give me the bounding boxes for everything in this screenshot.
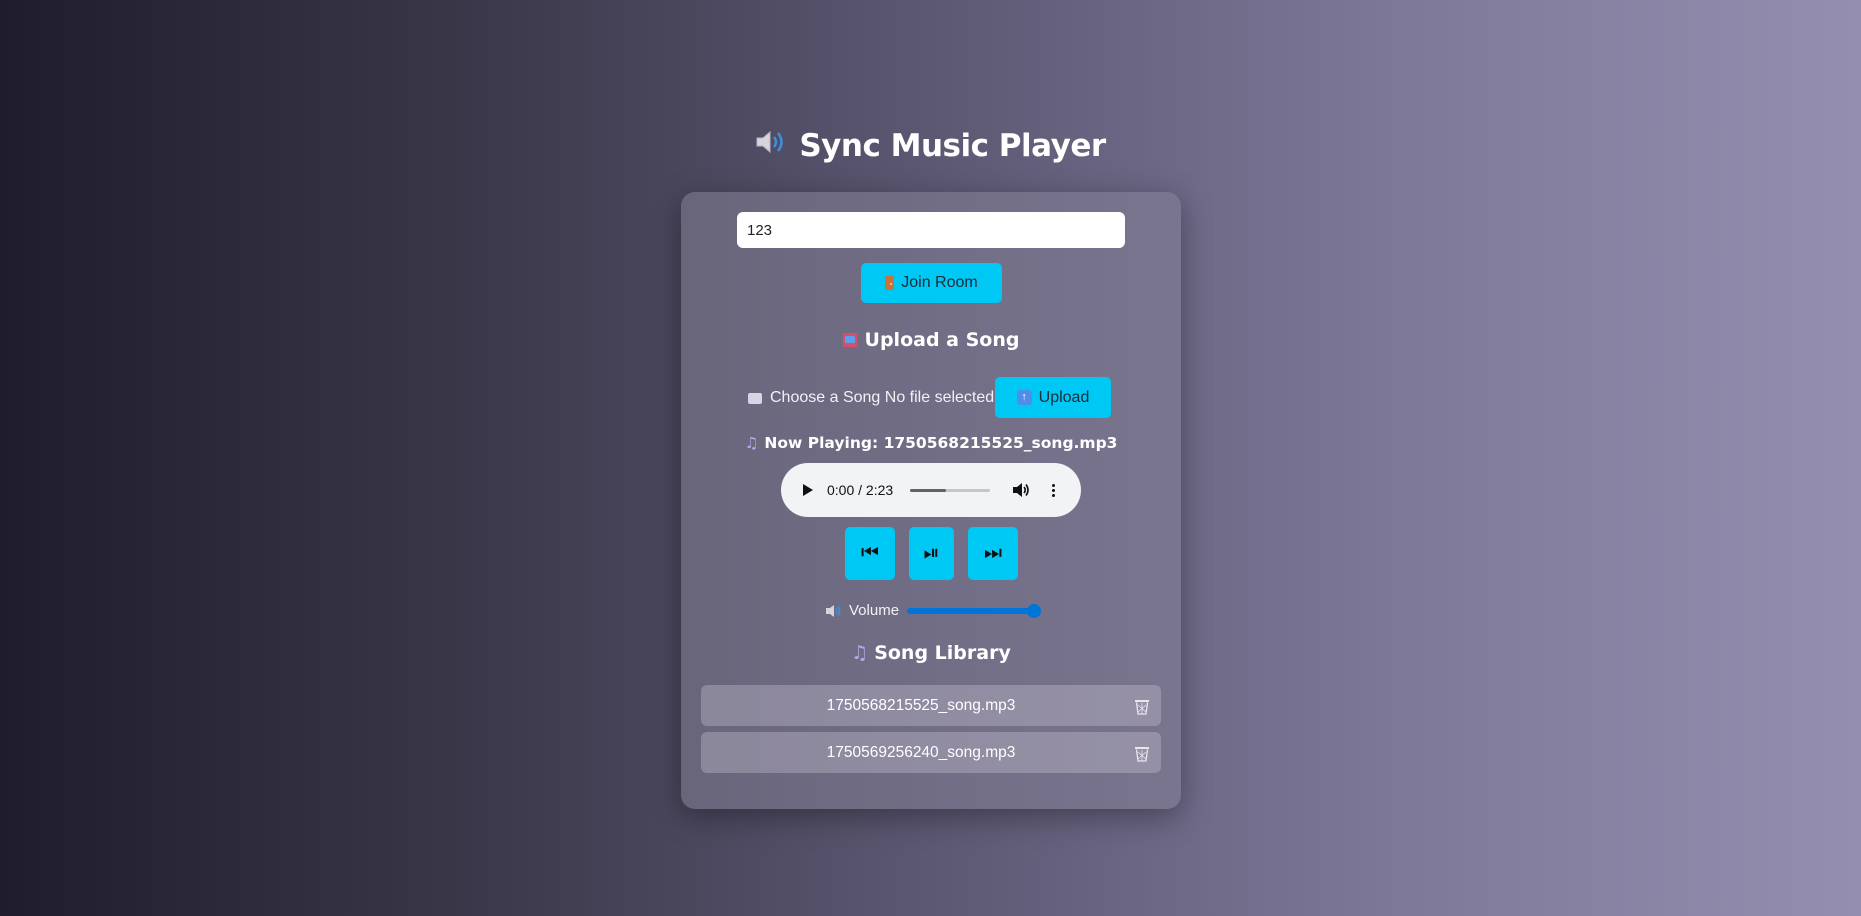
volume-label: Volume: [849, 602, 900, 619]
speaker-icon: [825, 604, 843, 618]
speaker-icon: [755, 127, 789, 163]
upload-heading-text: Upload a Song: [864, 329, 1020, 351]
next-icon: ⏭: [984, 542, 1002, 564]
join-room-label: Join Room: [901, 274, 978, 291]
next-button[interactable]: ⏭: [968, 527, 1018, 580]
song-list-item[interactable]: 1750568215525_song.mp3: [701, 685, 1161, 726]
volume-control: Volume: [825, 602, 1042, 619]
now-playing: ♫ Now Playing: 1750568215525_song.mp3: [681, 434, 1181, 452]
upload-button[interactable]: ↑ Upload: [995, 377, 1111, 418]
volume-slider[interactable]: [907, 603, 1042, 618]
volume-slider-thumb[interactable]: [1027, 603, 1042, 618]
wastebasket-icon[interactable]: [1133, 697, 1151, 720]
door-icon: [885, 276, 895, 290]
more-options-icon[interactable]: [1052, 483, 1056, 497]
app-title-text: Sync Music Player: [799, 128, 1106, 164]
previous-icon: ⏮: [861, 542, 879, 564]
upload-heading: Upload a Song: [681, 329, 1181, 351]
play-pause-button[interactable]: ⏯: [909, 527, 954, 580]
join-room-button[interactable]: Join Room: [861, 263, 1002, 303]
song-name[interactable]: 1750569256240_song.mp3: [827, 744, 1016, 762]
audio-time: 0:00 / 2:23: [827, 482, 894, 498]
previous-button[interactable]: ⏮: [845, 527, 895, 580]
choose-song-label[interactable]: Choose a Song: [770, 389, 880, 407]
play-icon[interactable]: [803, 484, 813, 496]
room-id-input[interactable]: [737, 212, 1125, 248]
music-note-icon: ♫: [744, 434, 759, 452]
library-heading-text: Song Library: [874, 642, 1011, 664]
page-title: Sync Music Player: [0, 128, 1861, 164]
now-playing-file: 1750568215525_song.mp3: [883, 434, 1118, 452]
file-folder-icon: [748, 392, 762, 404]
upload-button-label: Upload: [1038, 388, 1090, 406]
music-notes-icon: ♫: [851, 642, 869, 664]
audio-progress-bar[interactable]: [910, 488, 991, 492]
file-status: No file selected: [884, 389, 995, 406]
audio-player: 0:00 / 2:23: [781, 463, 1081, 517]
song-name[interactable]: 1750568215525_song.mp3: [827, 697, 1016, 715]
audio-volume-icon[interactable]: [1012, 482, 1030, 498]
player-card: Join Room Upload a Song Choose a Song No…: [681, 192, 1181, 809]
audio-buffer-fill: [910, 488, 947, 492]
wastebasket-icon[interactable]: [1133, 744, 1151, 767]
library-heading: ♫ Song Library: [681, 642, 1181, 664]
file-chooser[interactable]: Choose a Song No file selected: [748, 388, 994, 408]
up-arrow-icon: ↑: [1016, 390, 1032, 405]
now-playing-label: Now Playing:: [764, 434, 879, 452]
inbox-tray-icon: [842, 333, 857, 347]
play-pause-icon: ⏯: [923, 542, 940, 564]
song-list-item[interactable]: 1750569256240_song.mp3: [701, 732, 1161, 773]
